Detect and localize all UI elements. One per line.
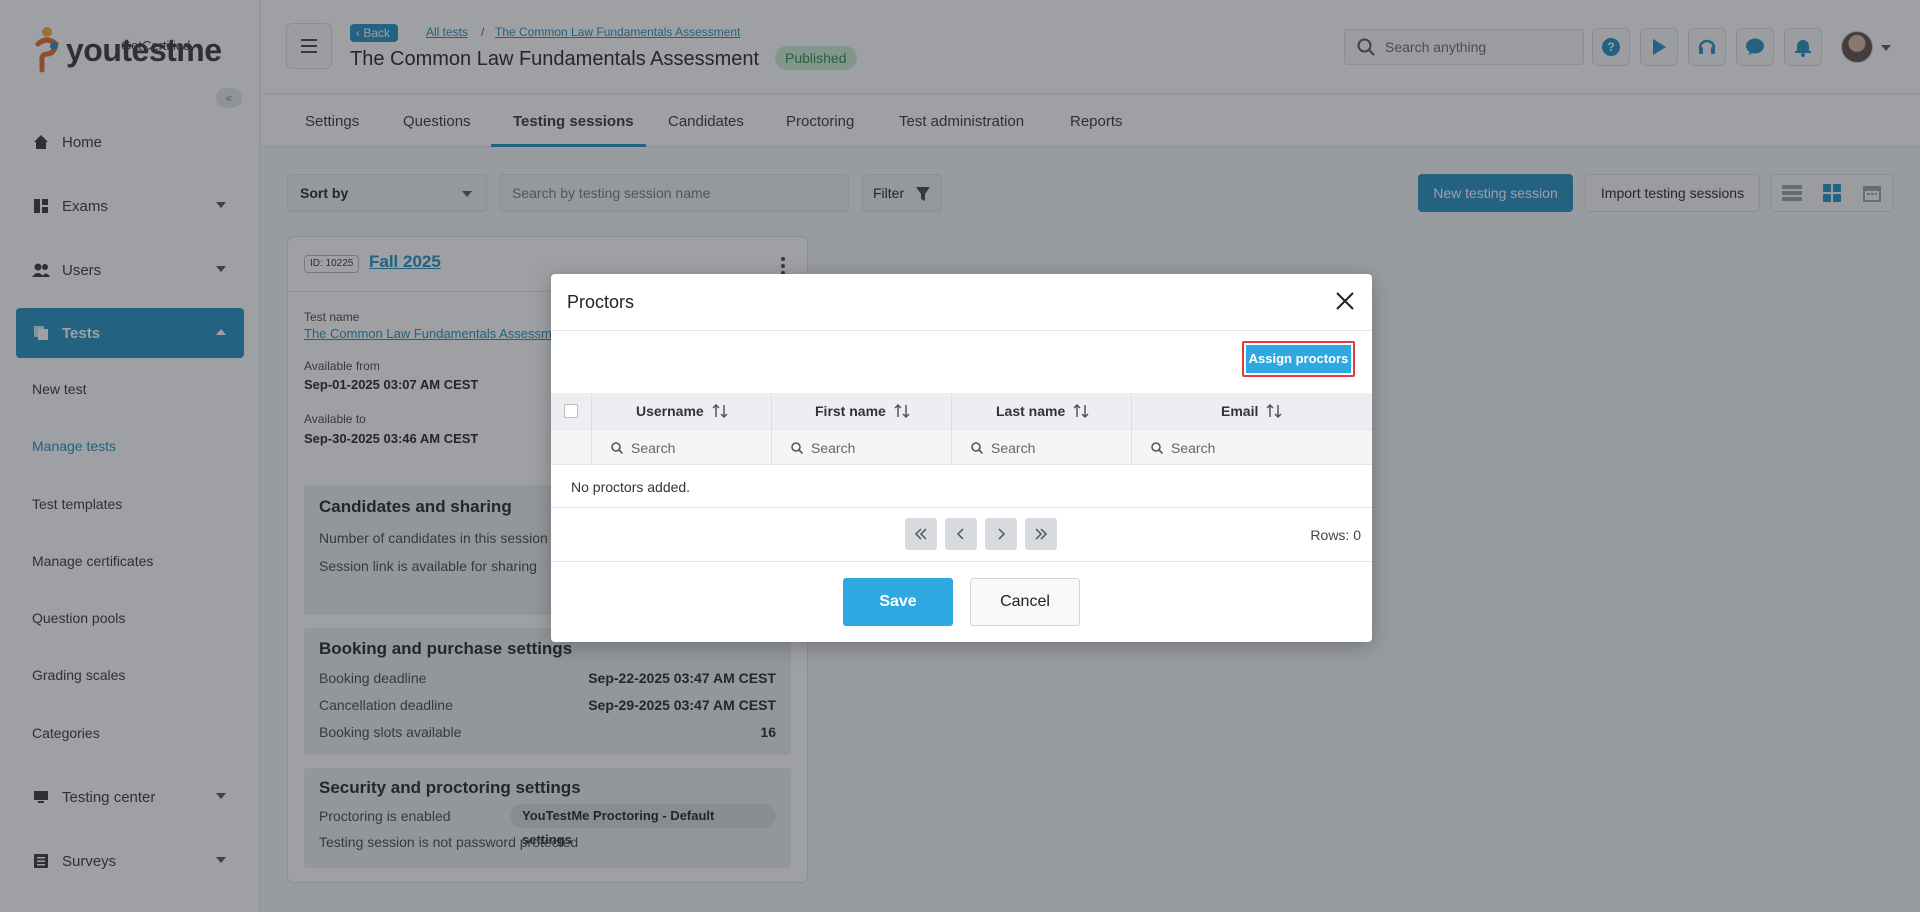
column-label: Username	[636, 403, 704, 419]
search-icon	[791, 442, 803, 454]
column-separator	[591, 393, 592, 429]
column-separator	[951, 430, 952, 464]
column-label: Email	[1221, 403, 1259, 419]
filter-placeholder: Search	[1171, 440, 1216, 456]
divider	[551, 561, 1372, 562]
email-filter-input[interactable]: Search	[1151, 440, 1215, 456]
filter-placeholder: Search	[631, 440, 676, 456]
cancel-button[interactable]: Cancel	[970, 578, 1080, 626]
column-separator	[771, 430, 772, 464]
username-filter-input[interactable]: Search	[611, 440, 675, 456]
column-separator	[591, 430, 592, 464]
table-header: Username First name Last name Email	[551, 393, 1372, 429]
column-separator	[1131, 393, 1132, 429]
dialog-title: Proctors	[567, 292, 635, 312]
column-separator	[771, 393, 772, 429]
column-header-username[interactable]: Username	[636, 403, 728, 419]
proctors-dialog: Proctors Assign proctors Username First …	[551, 274, 1372, 642]
divider	[551, 330, 1372, 331]
empty-table-message: No proctors added.	[571, 479, 691, 495]
select-all-checkbox[interactable]	[564, 404, 578, 418]
previous-page-icon[interactable]	[945, 518, 977, 550]
column-separator	[951, 393, 952, 429]
search-icon	[971, 442, 983, 454]
next-page-icon[interactable]	[985, 518, 1017, 550]
sort-icon	[1073, 404, 1089, 418]
save-button[interactable]: Save	[843, 578, 953, 626]
table-filter-row: Search Search Search Search	[551, 429, 1372, 465]
search-icon	[611, 442, 623, 454]
divider	[551, 507, 1372, 508]
column-header-last-name[interactable]: Last name	[996, 403, 1089, 419]
sort-icon	[1266, 404, 1282, 418]
column-label: Last name	[996, 403, 1066, 419]
search-icon	[1151, 442, 1163, 454]
first-page-icon[interactable]	[905, 518, 937, 550]
close-icon[interactable]	[1334, 290, 1356, 312]
filter-placeholder: Search	[991, 440, 1036, 456]
sort-icon	[712, 404, 728, 418]
column-separator	[1131, 430, 1132, 464]
rows-count: Rows: 0	[1310, 527, 1361, 543]
assign-proctors-button[interactable]: Assign proctors	[1242, 341, 1355, 377]
column-header-first-name[interactable]: First name	[815, 403, 910, 419]
column-label: First name	[815, 403, 886, 419]
column-header-email[interactable]: Email	[1221, 403, 1282, 419]
assign-proctors-label: Assign proctors	[1246, 345, 1351, 373]
last-name-filter-input[interactable]: Search	[971, 440, 1035, 456]
last-page-icon[interactable]	[1025, 518, 1057, 550]
first-name-filter-input[interactable]: Search	[791, 440, 855, 456]
filter-placeholder: Search	[811, 440, 856, 456]
sort-icon	[894, 404, 910, 418]
